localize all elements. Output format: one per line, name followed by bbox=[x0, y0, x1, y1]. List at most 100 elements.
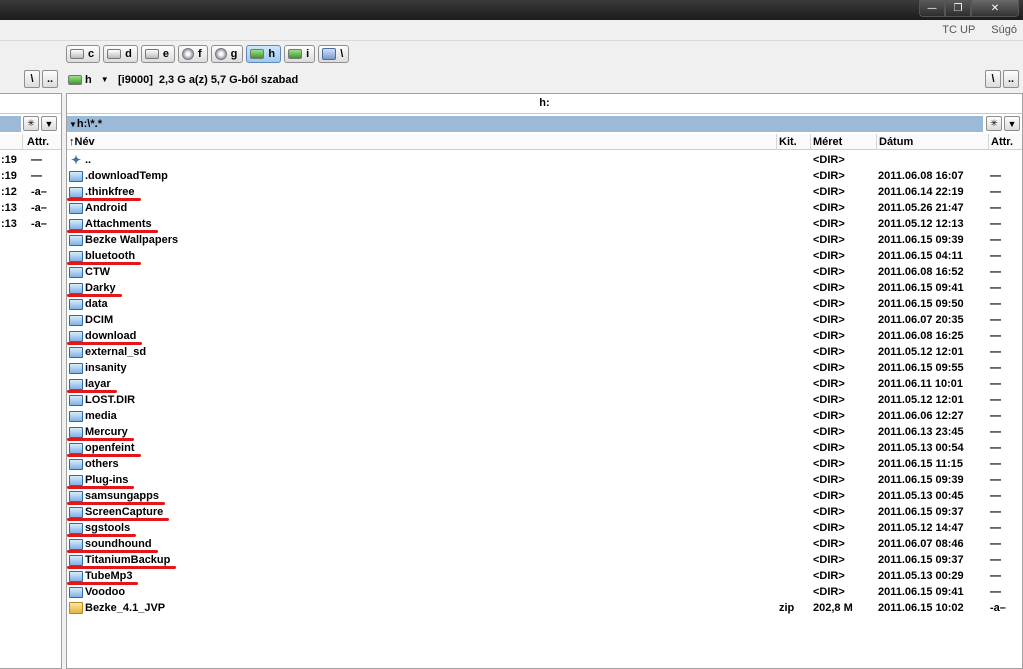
table-row[interactable]: insanity <DIR> 2011.06.15 09:55 — bbox=[67, 360, 1022, 376]
left-header-attr[interactable]: Attr. bbox=[25, 134, 63, 150]
row-attr: — bbox=[990, 506, 1001, 518]
folder-icon bbox=[69, 186, 83, 198]
row-name-cell: external_sd bbox=[69, 344, 769, 360]
header-date[interactable]: Dátum bbox=[877, 134, 989, 150]
row-name-cell: ScreenCapture bbox=[69, 504, 769, 520]
left-table-row[interactable]: :19 — bbox=[0, 152, 61, 168]
row-date: 2011.06.08 16:52 bbox=[878, 266, 964, 278]
right-history-button[interactable]: ▼ bbox=[1004, 116, 1020, 131]
path-text: h:\*.* bbox=[76, 118, 102, 130]
left-parent-button[interactable]: .. bbox=[42, 70, 58, 88]
table-row[interactable]: samsungapps <DIR> 2011.05.13 00:45 — bbox=[67, 488, 1022, 505]
left-hotlist-button[interactable]: ✳ bbox=[23, 116, 39, 131]
row-name-cell: soundhound bbox=[69, 536, 769, 552]
left-path-line[interactable] bbox=[0, 116, 21, 132]
right-root-button[interactable]: \ bbox=[985, 70, 1001, 88]
left-root-button[interactable]: \ bbox=[24, 70, 40, 88]
table-row[interactable]: Voodoo <DIR> 2011.06.15 09:41 — bbox=[67, 584, 1022, 600]
table-row[interactable]: soundhound <DIR> 2011.06.07 08:46 — bbox=[67, 536, 1022, 553]
close-button[interactable]: ✕ bbox=[971, 0, 1019, 17]
header-size[interactable]: Méret bbox=[811, 134, 877, 150]
row-attr: — bbox=[990, 554, 1001, 566]
table-row[interactable]: ScreenCapture <DIR> 2011.06.15 09:37 — bbox=[67, 504, 1022, 521]
table-row[interactable]: Plug-ins <DIR> 2011.06.15 09:39 — bbox=[67, 472, 1022, 489]
table-row[interactable]: data <DIR> 2011.06.15 09:50 — bbox=[67, 296, 1022, 312]
right-file-list: ✦.. <DIR> .downloadTemp <DIR> 2011.06.08 16:… bbox=[67, 152, 1022, 616]
row-time: :12 bbox=[1, 186, 17, 198]
table-row[interactable]: Android <DIR> 2011.05.26 21:47 — bbox=[67, 200, 1022, 216]
drive-button[interactable]: h bbox=[246, 45, 282, 63]
drive-button[interactable]: \ bbox=[318, 45, 350, 63]
left-header-date[interactable] bbox=[0, 134, 23, 150]
minimize-button[interactable]: — bbox=[919, 0, 945, 17]
drive-button[interactable]: f bbox=[177, 45, 208, 63]
row-attr: — bbox=[990, 474, 1001, 486]
row-name: DCIM bbox=[85, 314, 114, 326]
up-dir-icon: ✦ bbox=[70, 152, 82, 167]
drive-button[interactable]: c bbox=[66, 45, 101, 63]
drive-letter: d bbox=[125, 48, 132, 60]
hdd-icon bbox=[107, 49, 122, 59]
table-row[interactable]: layar <DIR> 2011.06.11 10:01 — bbox=[67, 376, 1022, 393]
right-path-line[interactable]: ▼h:\*.* bbox=[67, 116, 983, 132]
table-row[interactable]: ✦.. <DIR> bbox=[67, 152, 1022, 168]
left-table-row[interactable]: :19 — bbox=[0, 168, 61, 184]
drive-select[interactable]: h ▼ bbox=[68, 71, 112, 88]
header-name[interactable]: ↑Név bbox=[67, 134, 777, 150]
left-table-row[interactable]: :13 -a– bbox=[0, 200, 61, 216]
folder-icon bbox=[69, 170, 83, 182]
drive-button[interactable]: g bbox=[210, 45, 244, 63]
table-row[interactable]: TitaniumBackup <DIR> 2011.06.15 09:37— bbox=[67, 552, 1022, 569]
table-row[interactable]: media <DIR> 2011.06.06 12:27 — bbox=[67, 408, 1022, 424]
row-name-cell: ✦.. bbox=[69, 152, 769, 168]
row-attr: — bbox=[31, 154, 42, 166]
table-row[interactable]: Darky <DIR> 2011.06.15 09:41 — bbox=[67, 280, 1022, 297]
header-ext[interactable]: Kit. bbox=[777, 134, 811, 150]
row-size: <DIR> bbox=[813, 426, 845, 438]
table-row[interactable]: DCIM <DIR> 2011.06.07 20:35 — bbox=[67, 312, 1022, 328]
left-table-row[interactable]: :13 -a– bbox=[0, 216, 61, 232]
row-name-cell: download bbox=[69, 328, 769, 344]
row-date: 2011.06.08 16:25 bbox=[878, 330, 964, 342]
row-name-cell: DCIM bbox=[69, 312, 769, 328]
table-row[interactable]: others <DIR> 2011.06.15 11:15 — bbox=[67, 456, 1022, 472]
table-row[interactable]: openfeint <DIR> 2011.05.13 00:54 — bbox=[67, 440, 1022, 457]
left-history-button[interactable]: ▼ bbox=[41, 116, 57, 131]
menu-item-tc-up[interactable]: TC UP bbox=[942, 24, 975, 36]
table-row[interactable]: Bezke Wallpapers <DIR> 2011.06.15 09:39 — bbox=[67, 232, 1022, 248]
row-name-cell: Attachments bbox=[69, 216, 769, 232]
row-name-cell: sgstools bbox=[69, 520, 769, 536]
row-ext bbox=[779, 184, 809, 200]
table-row[interactable]: CTW <DIR> 2011.06.08 16:52 — bbox=[67, 264, 1022, 280]
right-hotlist-button[interactable]: ✳ bbox=[986, 116, 1002, 131]
table-row[interactable]: Bezke_4.1_JVP zip 202,8 M 2011.06.15 10:02 -… bbox=[67, 600, 1022, 616]
drive-button[interactable]: i bbox=[284, 45, 316, 63]
menu-item-help[interactable]: Súgó bbox=[991, 24, 1017, 36]
header-attr[interactable]: Attr. bbox=[989, 134, 1022, 150]
table-row[interactable]: .thinkfree <DIR> 2011.06.14 22:19 — bbox=[67, 184, 1022, 201]
table-row[interactable]: sgstools <DIR> 2011.05.12 14:47 — bbox=[67, 520, 1022, 537]
table-row[interactable]: download <DIR> 2011.06.08 16:25 — bbox=[67, 328, 1022, 345]
left-table-row[interactable]: :12 -a– bbox=[0, 184, 61, 200]
table-row[interactable]: Mercury <DIR> 2011.06.13 23:45 — bbox=[67, 424, 1022, 441]
row-ext bbox=[779, 232, 809, 248]
left-column-header: Attr. bbox=[0, 134, 61, 150]
table-row[interactable]: .downloadTemp <DIR> 2011.06.08 16:07 — bbox=[67, 168, 1022, 184]
menu-bar: TC UP Súgó bbox=[0, 20, 1023, 41]
free-space-text: 2,3 G a(z) 5,7 G-ból szabad bbox=[158, 73, 299, 86]
chevron-down-icon: ▼ bbox=[69, 120, 77, 129]
row-attr: — bbox=[990, 490, 1001, 502]
row-attr: — bbox=[990, 586, 1001, 598]
right-parent-button[interactable]: .. bbox=[1003, 70, 1019, 88]
table-row[interactable]: TubeMp3 <DIR> 2011.05.13 00:29 — bbox=[67, 568, 1022, 585]
table-row[interactable]: bluetooth <DIR> 2011.06.15 04:11 — bbox=[67, 248, 1022, 265]
restore-button[interactable]: ❐ bbox=[945, 0, 971, 17]
folder-icon bbox=[69, 554, 83, 566]
hdd-icon bbox=[70, 49, 84, 59]
table-row[interactable]: Attachments <DIR> 2011.05.12 12:13 — bbox=[67, 216, 1022, 233]
drive-button[interactable]: d bbox=[103, 45, 138, 63]
drive-button[interactable]: e bbox=[140, 45, 175, 63]
table-row[interactable]: LOST.DIR <DIR> 2011.05.12 12:01 — bbox=[67, 392, 1022, 408]
table-row[interactable]: external_sd <DIR> 2011.05.12 12:01 — bbox=[67, 344, 1022, 360]
row-date: 2011.06.15 09:39 bbox=[878, 234, 964, 246]
